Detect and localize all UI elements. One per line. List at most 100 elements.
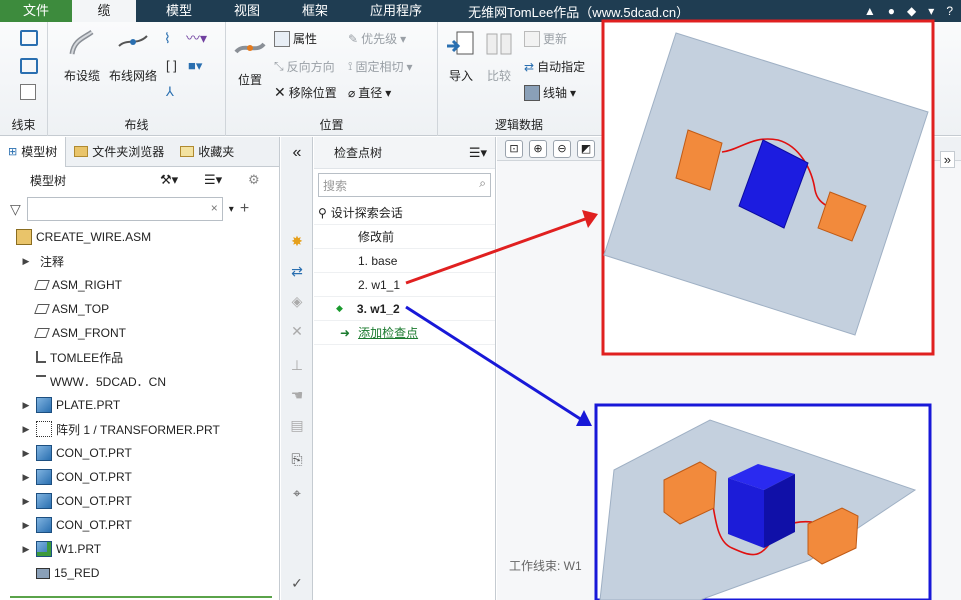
tree-item[interactable]: ▶ CON_OT.PRT [0, 489, 279, 513]
tree-root[interactable]: CREATE_WIRE.ASM [0, 225, 279, 249]
checkpoint-header: 检查点树 ☰▾ [314, 137, 495, 169]
delete-icon[interactable]: ✕ [287, 321, 307, 341]
tab-favorites[interactable]: 收藏夹 [172, 137, 242, 167]
collapse-ribbon-icon[interactable]: ▲ [864, 4, 876, 18]
expand-arrow-icon[interactable]: ▶ [18, 496, 34, 507]
tree-item[interactable]: 15_RED [0, 561, 279, 585]
harness-list-icon[interactable] [20, 84, 36, 100]
save-location-icon[interactable]: ⌖ [287, 483, 307, 503]
group-logic-data-label[interactable]: 逻辑数据 [438, 116, 600, 133]
expand-arrow-icon[interactable]: ▶ [18, 424, 34, 435]
notification-icon[interactable]: ● [888, 4, 895, 18]
add-icon[interactable]: + [240, 200, 249, 218]
checkpoint-item[interactable]: ◆ 3. w1_2 [314, 297, 495, 321]
diameter-button[interactable]: ⌀ 直径 ▾ [348, 84, 391, 101]
priority-button[interactable]: ✎ 优先级 ▾ [348, 30, 406, 47]
marker-icon[interactable]: ■▾ [188, 58, 202, 74]
tree-item[interactable]: ▶ W1.PRT [0, 537, 279, 561]
tree-item[interactable]: ▶ CON_OT.PRT [0, 465, 279, 489]
bracket-icon[interactable]: [ ] [166, 58, 177, 73]
tree-item[interactable]: WWW．5DCAD．CN [0, 369, 279, 393]
checkpoint-menu-icon[interactable]: ☰▾ [469, 145, 487, 161]
group-cable-bundle-label[interactable]: 线束 [0, 116, 47, 133]
tree-item[interactable]: ▶ 阵列 1 / TRANSFORMER.PRT [0, 417, 279, 441]
expand-arrow-icon[interactable]: ▶ [18, 520, 34, 531]
import-button[interactable]: 导入 [444, 28, 478, 84]
tree-item[interactable]: ASM_RIGHT [0, 273, 279, 297]
tree-settings-icon[interactable]: ⚒▾ [160, 172, 178, 188]
harness-new-icon[interactable] [20, 30, 38, 46]
settings-icon[interactable]: ◆ [907, 4, 916, 18]
checkpoint-item[interactable]: 2. w1_1 [314, 273, 495, 297]
expand-arrow-icon[interactable]: ▶ [18, 472, 34, 483]
fixed-tangent-button[interactable]: ⟟ 固定相切 ▾ [348, 58, 413, 75]
repaint-icon[interactable]: ◩ [577, 139, 595, 158]
graphics-window[interactable]: ⊡ ⊕ ⊖ ◩ » 工作线束: W1 [497, 137, 961, 600]
tree-columns-icon[interactable]: ☰▾ [204, 172, 222, 188]
tool-settings-icon[interactable]: ✓ [287, 573, 307, 593]
design-session[interactable]: ⚲ 设计探索会话 [314, 201, 495, 225]
add-checkpoint-link[interactable]: ➜ 添加检查点 [314, 321, 495, 345]
search-icon[interactable]: ⌕ [479, 176, 486, 191]
tab-view[interactable]: 视图 [218, 0, 276, 22]
tab-wire[interactable]: 缆 [72, 0, 136, 22]
compare-button[interactable]: 比较 [482, 28, 516, 84]
clear-icon[interactable]: × [211, 201, 218, 215]
zoom-in-icon[interactable]: ⊕ [529, 139, 547, 158]
tab-model-tree[interactable]: ⊞ 模型树 [0, 136, 67, 167]
spool-button[interactable]: 线轴 ▾ [524, 84, 576, 101]
zoom-fit-icon[interactable]: ⊡ [505, 139, 523, 158]
copy-session-icon[interactable]: ⎘ [287, 449, 307, 469]
wire-path-icon[interactable]: ⌇ [164, 30, 171, 47]
tab-frame[interactable]: 框架 [286, 0, 344, 22]
refresh-icon[interactable]: ⇄ [287, 261, 307, 281]
group-location-label[interactable]: 位置 [226, 116, 437, 133]
filter-dropdown-icon[interactable]: ▾ [229, 204, 234, 215]
route-network-button[interactable]: 布线网络 [106, 28, 160, 84]
expand-arrow-icon[interactable]: ▶ [18, 448, 34, 459]
step-icon[interactable]: ⊥ [287, 355, 307, 375]
reverse-direction-button[interactable]: ⤡ 反向方向 [274, 58, 335, 75]
sheet-icon[interactable]: ▤ [287, 415, 307, 435]
checkpoint-item[interactable]: 1. base [314, 249, 495, 273]
branch-icon[interactable]: ⅄ [166, 84, 174, 100]
more-toolbar-button[interactable]: » [939, 151, 955, 168]
tab-file[interactable]: 文件 [0, 0, 72, 22]
expand-arrow-icon[interactable]: ▶ [18, 256, 34, 267]
tab-model[interactable]: 模型 [150, 0, 208, 22]
tree-item-label: CREATE_WIRE.ASM [36, 230, 152, 244]
checkpoint-icon[interactable]: ◈ [287, 291, 307, 311]
properties-button[interactable]: 属性 [274, 30, 317, 47]
tree-item[interactable]: ▶ PLATE.PRT [0, 393, 279, 417]
location-button[interactable]: 位置 [230, 32, 270, 88]
harness-edit-icon[interactable] [20, 58, 38, 74]
tree-filter-icon[interactable]: ⚙ [248, 172, 260, 188]
tree-item[interactable]: ASM_TOP [0, 297, 279, 321]
update-button[interactable]: 更新 [524, 30, 567, 47]
remove-location-button[interactable]: ✕ 移除位置 [274, 84, 337, 101]
collapse-panel-icon[interactable]: « [287, 143, 307, 163]
checkpoint-item[interactable]: 修改前 [314, 225, 495, 249]
dropdown-icon[interactable]: ▾ [928, 4, 934, 18]
tree-item[interactable]: TOMLEE作品 [0, 345, 279, 369]
group-routing-label[interactable]: 布线 [48, 116, 225, 133]
expand-arrow-icon[interactable]: ▶ [18, 400, 34, 411]
tree-filter-input[interactable]: × [26, 197, 223, 221]
tree-item[interactable]: ▶ 注释 [0, 249, 279, 273]
tree-item[interactable]: ▶ CON_OT.PRT [0, 513, 279, 537]
checkpoint-search-input[interactable]: 搜索 ⌕ [318, 173, 491, 197]
route-cable-button[interactable]: 布设缆 [60, 28, 104, 84]
auto-assign-button[interactable]: ⇄ 自动指定 [524, 58, 585, 75]
zoom-out-icon[interactable]: ⊖ [553, 139, 571, 158]
tab-folder-browser[interactable]: 文件夹浏览器 [66, 137, 172, 167]
filter-funnel-icon[interactable]: ▽ [10, 201, 21, 218]
wave-icon[interactable]: 〰▾ [186, 28, 207, 48]
group-logic-data: 导入 比较 更新 ⇄ 自动指定 线轴 ▾ 逻辑数据 [438, 22, 600, 136]
new-session-icon[interactable]: ✸ [287, 231, 307, 251]
help-icon[interactable]: ? [946, 4, 953, 18]
tab-applications[interactable]: 应用程序 [354, 0, 438, 22]
expand-arrow-icon[interactable]: ▶ [18, 544, 34, 555]
hand-icon[interactable]: ☚ [287, 385, 307, 405]
tree-item[interactable]: ▶ CON_OT.PRT [0, 441, 279, 465]
tree-item[interactable]: ASM_FRONT [0, 321, 279, 345]
